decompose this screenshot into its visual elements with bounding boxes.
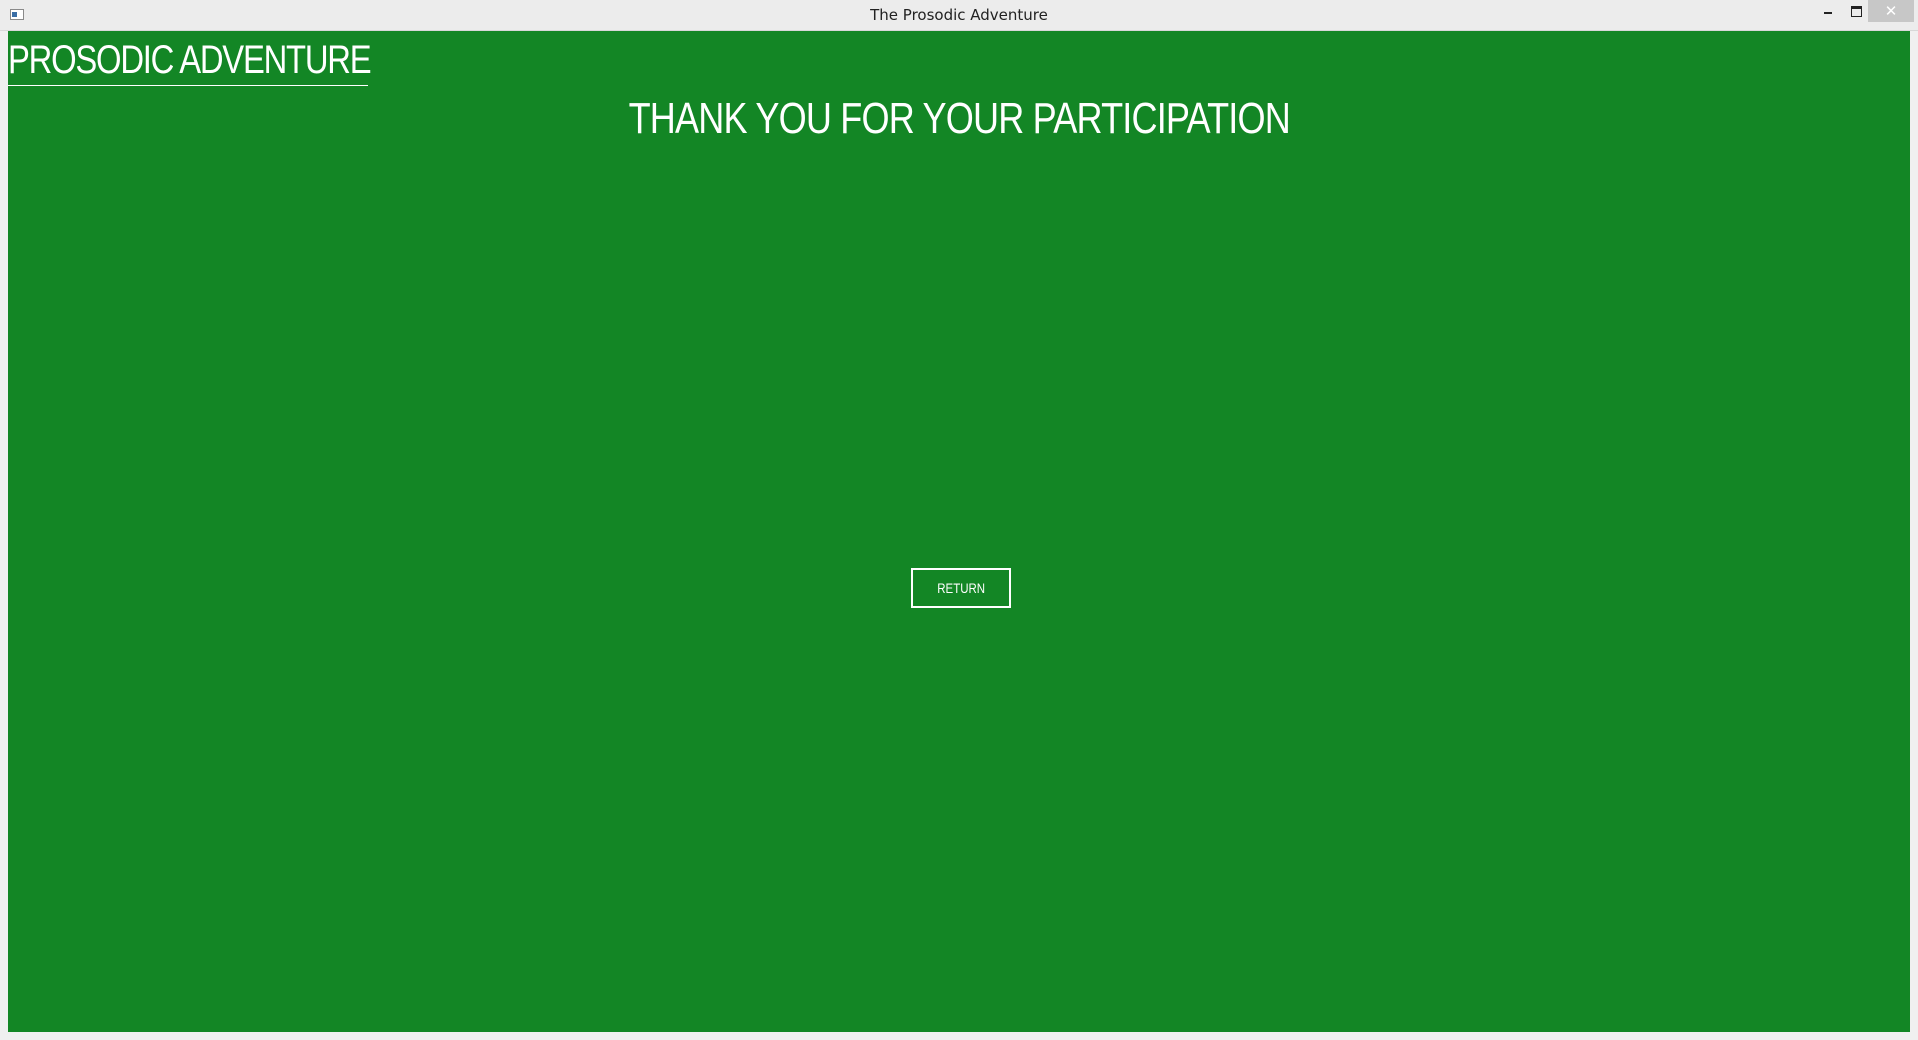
window-title: The Prosodic Adventure	[870, 6, 1048, 24]
close-icon: ✕	[1884, 2, 1898, 20]
return-button[interactable]: RETURN	[911, 568, 1011, 608]
thank-you-message: THANK YOU FOR YOUR PARTICIPATION	[8, 91, 1910, 147]
title-bar[interactable]: The Prosodic Adventure ✕	[0, 0, 1918, 31]
application-window: The Prosodic Adventure ✕ PROSODIC ADVENT…	[0, 0, 1918, 1040]
return-button-label: RETURN	[937, 580, 985, 596]
minimize-button[interactable]	[1814, 0, 1842, 22]
minimize-icon	[1824, 12, 1832, 14]
window-bottom-border	[0, 1032, 1918, 1040]
thank-you-text: THANK YOU FOR YOUR PARTICIPATION	[628, 94, 1290, 143]
app-heading: PROSODIC ADVENTURE	[8, 38, 372, 82]
maximize-icon	[1850, 5, 1862, 17]
main-content: PROSODIC ADVENTURE THANK YOU FOR YOUR PA…	[8, 31, 1910, 1032]
heading-underline	[8, 85, 368, 86]
maximize-button[interactable]	[1842, 0, 1870, 22]
close-button[interactable]: ✕	[1868, 0, 1914, 22]
